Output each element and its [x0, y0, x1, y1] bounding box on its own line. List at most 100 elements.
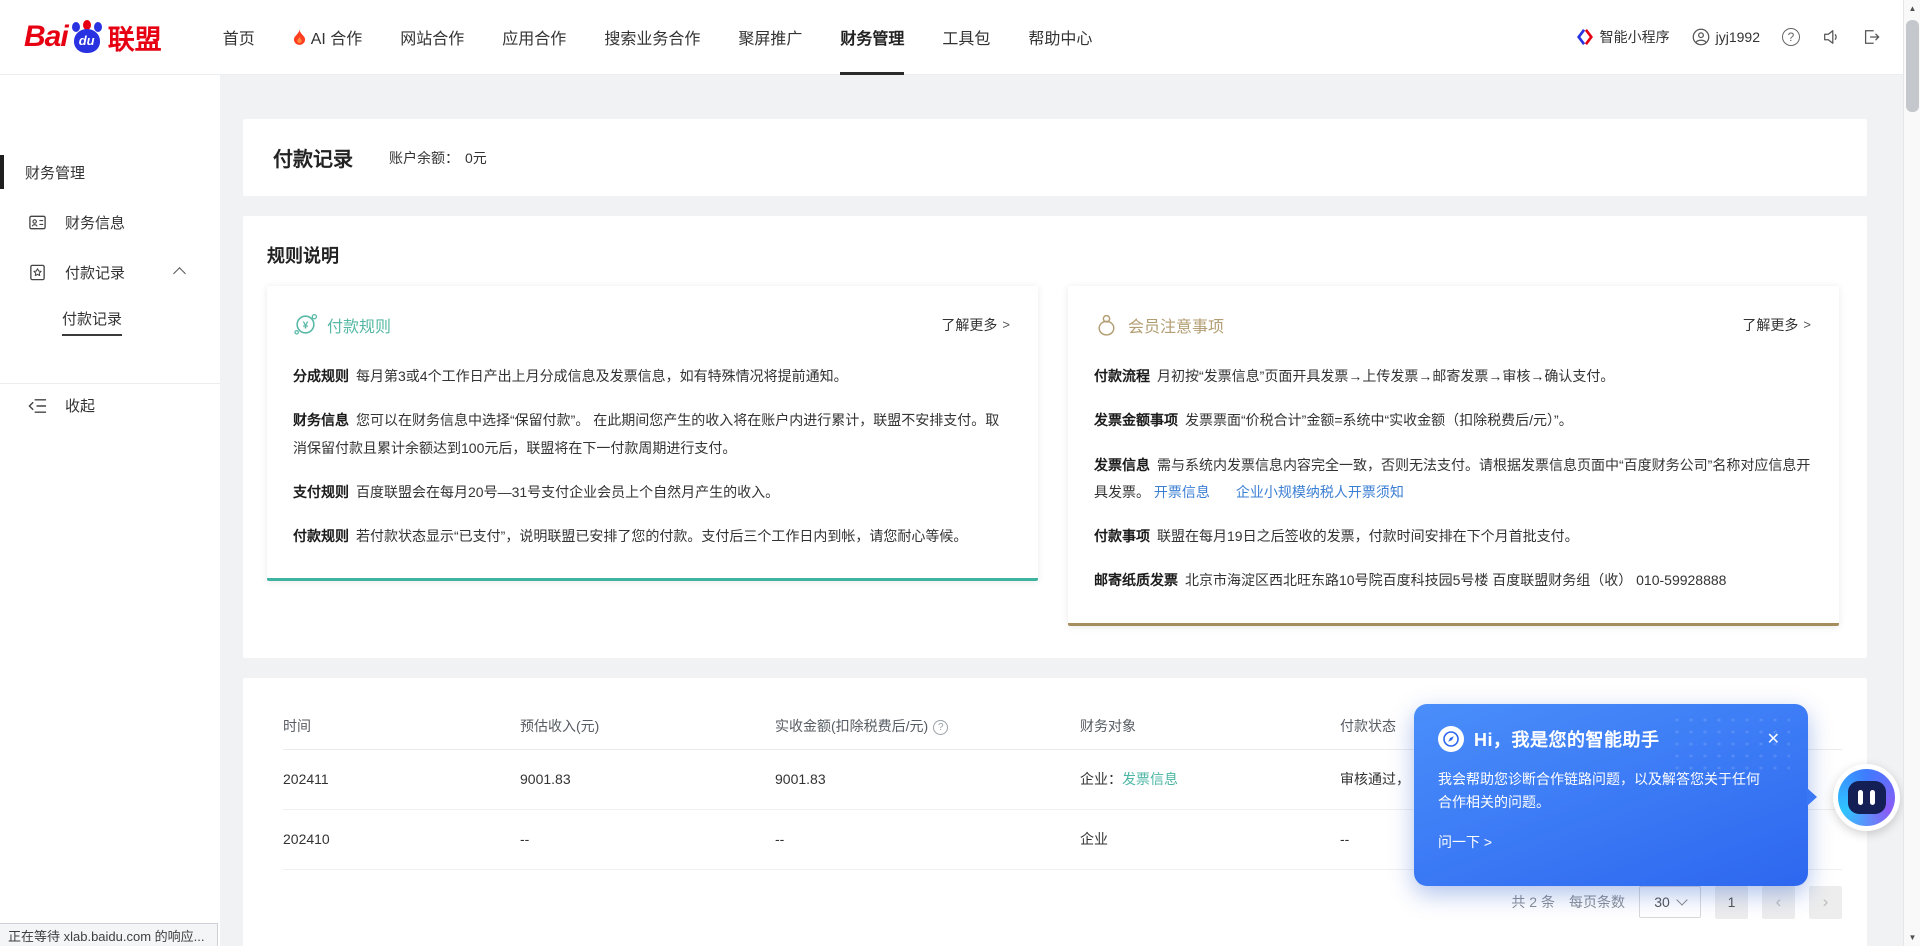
nav-item-toolkit[interactable]: 工具包 — [923, 0, 1009, 75]
prev-page-button[interactable]: ‹ — [1762, 886, 1795, 919]
nav-item-screen-promo[interactable]: 聚屏推广 — [719, 0, 821, 75]
logo-text-union: 联盟 — [108, 18, 162, 57]
speaker-icon[interactable] — [1822, 28, 1840, 46]
nav-item-website[interactable]: 网站合作 — [381, 0, 483, 75]
assistant-popup: Hi，我是您的智能助手 ✕ 我会帮助您诊断合作链路问题，以及解答您关于任何合作相… — [1414, 704, 1808, 886]
col-header-time: 时间 — [283, 716, 520, 736]
member-notes-more-link[interactable]: 了解更多 > — [1742, 315, 1811, 335]
sidebar-item-finance-info[interactable]: 财务信息 — [0, 197, 220, 247]
sidebar: 财务管理 财务信息 付款记录 付款记录 — [0, 75, 220, 946]
rule-item: 支付规则百度联盟会在每月20号—31号支付企业会员上个自然月产生的收入。 — [293, 479, 1010, 506]
nav-item-search-biz[interactable]: 搜索业务合作 — [585, 0, 719, 75]
col-header-estimated-income: 预估收入(元) — [520, 716, 775, 736]
ask-assistant-link[interactable]: 问一下 > — [1438, 832, 1784, 852]
robot-ring — [1838, 769, 1895, 826]
robot-face-icon — [1848, 781, 1886, 814]
member-badge-icon — [1094, 312, 1119, 337]
chevron-right-icon: > — [1803, 317, 1811, 332]
nav-item-ai[interactable]: AI 合作 — [274, 0, 382, 75]
rule-item: 财务信息您可以在财务信息中选择“保留付款”。 在此期间您产生的收入将在账户内进行… — [293, 407, 1010, 462]
scroll-up-arrow[interactable]: ▲ — [1904, 0, 1920, 17]
member-notes-card: 会员注意事项 了解更多 > 付款流程月初按“发票信息”页面开具发票→上传发票→邮… — [1068, 286, 1839, 626]
cell-received: -- — [775, 831, 1080, 847]
coin-icon: ¥ — [293, 312, 318, 337]
assistant-message: 我会帮助您诊断合作链路问题，以及解答您关于任何合作相关的问题。 — [1438, 768, 1772, 814]
rule-item: 付款流程月初按“发票信息”页面开具发票→上传发票→邮寄发票→审核→确认支付。 — [1094, 363, 1811, 390]
user-account[interactable]: jyj1992 — [1692, 28, 1760, 46]
per-page-select[interactable]: 30 — [1639, 886, 1701, 918]
chevron-down-icon — [1676, 895, 1687, 906]
page-title: 付款记录 — [273, 143, 353, 172]
user-icon — [1692, 28, 1710, 46]
balance-value: 0元 — [465, 150, 487, 166]
rule-item: 分成规则每月第3或4个工作日产出上月分成信息及发票信息，如有特殊情况将提前通知。 — [293, 363, 1010, 390]
baidu-paw-icon: du — [70, 20, 104, 54]
chevron-right-icon: > — [1002, 317, 1010, 332]
nav-item-home[interactable]: 首页 — [204, 0, 274, 75]
smart-miniprogram-icon — [1576, 28, 1594, 46]
collapse-icon — [28, 398, 47, 414]
rule-item: 发票金额事项发票票面“价税合计”金额=系统中“实收金额（扣除税费后/元）”。 — [1094, 407, 1811, 434]
info-icon[interactable]: ? — [933, 720, 948, 735]
rule-item: 付款规则若付款状态显示“已支付”，说明联盟已安排了您的付款。支付后三个工作日内到… — [293, 523, 1010, 550]
sidebar-section-finance-management[interactable]: 财务管理 — [0, 147, 220, 197]
sidebar-collapse-button[interactable]: 收起 — [0, 383, 220, 427]
close-icon[interactable]: ✕ — [1763, 727, 1784, 751]
rule-item: 发票信息需与系统内发票信息内容完全一致，否则无法支付。请根据发票信息页面中“百度… — [1094, 452, 1811, 507]
assistant-compass-icon — [1438, 726, 1464, 752]
account-balance: 账户余额：0元 — [389, 148, 487, 168]
logout-icon[interactable] — [1862, 28, 1880, 46]
total-count: 共 2 条 — [1511, 892, 1555, 912]
username: jyj1992 — [1716, 29, 1760, 45]
scroll-down-arrow[interactable]: ▼ — [1904, 929, 1920, 946]
member-notes-title: 会员注意事项 — [1128, 313, 1224, 337]
payment-records-icon — [28, 263, 47, 282]
payment-rules-card: ¥ 付款规则 了解更多 > 分成规则每月第3或4个工作日产出上月分成信息及发票信… — [267, 286, 1038, 581]
nav-item-help-center[interactable]: 帮助中心 — [1009, 0, 1111, 75]
flame-icon — [293, 29, 306, 45]
invoice-info-link[interactable]: 开票信息 — [1154, 484, 1210, 500]
assistant-robot-button[interactable] — [1833, 764, 1900, 831]
browser-scrollbar[interactable]: ▲ ▼ — [1903, 0, 1920, 946]
help-icon[interactable]: ? — [1782, 28, 1800, 46]
active-section-indicator — [0, 155, 4, 189]
assistant-title: Hi，我是您的智能助手 — [1474, 726, 1660, 752]
payment-rules-more-link[interactable]: 了解更多 > — [941, 315, 1010, 335]
cell-finance-object: 企业 — [1080, 829, 1340, 849]
cell-time: 202411 — [283, 771, 520, 787]
smart-miniprogram-entry[interactable]: 智能小程序 — [1576, 27, 1670, 47]
next-page-button[interactable]: › — [1809, 886, 1842, 919]
rules-heading: 规则说明 — [267, 242, 1839, 268]
logo-text-du: du — [70, 33, 104, 48]
status-text: 正在等待 xlab.baidu.com 的响应... — [8, 926, 205, 945]
cell-estimated: -- — [520, 831, 775, 847]
page-header-panel: 付款记录 账户余额：0元 — [243, 119, 1867, 196]
nav-item-finance[interactable]: 财务管理 — [821, 0, 923, 75]
baidu-union-logo[interactable]: Bai du 联盟 — [24, 18, 162, 57]
cell-received: 9001.83 — [775, 771, 1080, 787]
rule-item: 邮寄纸质发票北京市海淀区西北旺东路10号院百度科技园5号楼 百度联盟财务组（收）… — [1094, 567, 1811, 594]
col-header-received-amount: 实收金额(扣除税费后/元)? — [775, 716, 1080, 736]
cell-time: 202410 — [283, 831, 520, 847]
sidebar-subitem-payment-records[interactable]: 付款记录 — [0, 297, 220, 347]
chevron-up-icon[interactable] — [173, 267, 186, 280]
col-header-finance-object: 财务对象 — [1080, 716, 1340, 736]
page-number-button[interactable]: 1 — [1715, 886, 1748, 919]
rules-panel: 规则说明 ¥ 付款规则 了解更多 > — [243, 216, 1867, 658]
logo-text-bai: Bai — [24, 20, 68, 54]
main-nav: 首页 AI 合作 网站合作 应用合作 搜索业务合作 聚屏推广 财务管理 工具包 … — [204, 0, 1112, 75]
svg-text:¥: ¥ — [303, 321, 309, 332]
sidebar-item-payment-records[interactable]: 付款记录 — [0, 247, 220, 297]
browser-status-bar: 正在等待 xlab.baidu.com 的响应... — [0, 923, 218, 946]
small-taxpayer-notice-link[interactable]: 企业小规模纳税人开票须知 — [1236, 484, 1404, 500]
top-navbar: Bai du 联盟 首页 AI 合作 网站合作 应用合作 搜索业务合作 聚屏推广… — [0, 0, 1920, 75]
scrollbar-thumb[interactable] — [1906, 20, 1919, 112]
finance-info-icon — [28, 213, 47, 232]
invoice-info-row-link[interactable]: 发票信息 — [1122, 771, 1178, 787]
pagination: 共 2 条 每页条数 30 1 ‹ › — [283, 886, 1842, 919]
cell-estimated: 9001.83 — [520, 771, 775, 787]
nav-item-app[interactable]: 应用合作 — [483, 0, 585, 75]
per-page-label: 每页条数 — [1569, 892, 1625, 912]
payment-rules-title: 付款规则 — [327, 313, 391, 337]
rule-item: 付款事项联盟在每月19日之后签收的发票，付款时间安排在下个月首批支付。 — [1094, 523, 1811, 550]
